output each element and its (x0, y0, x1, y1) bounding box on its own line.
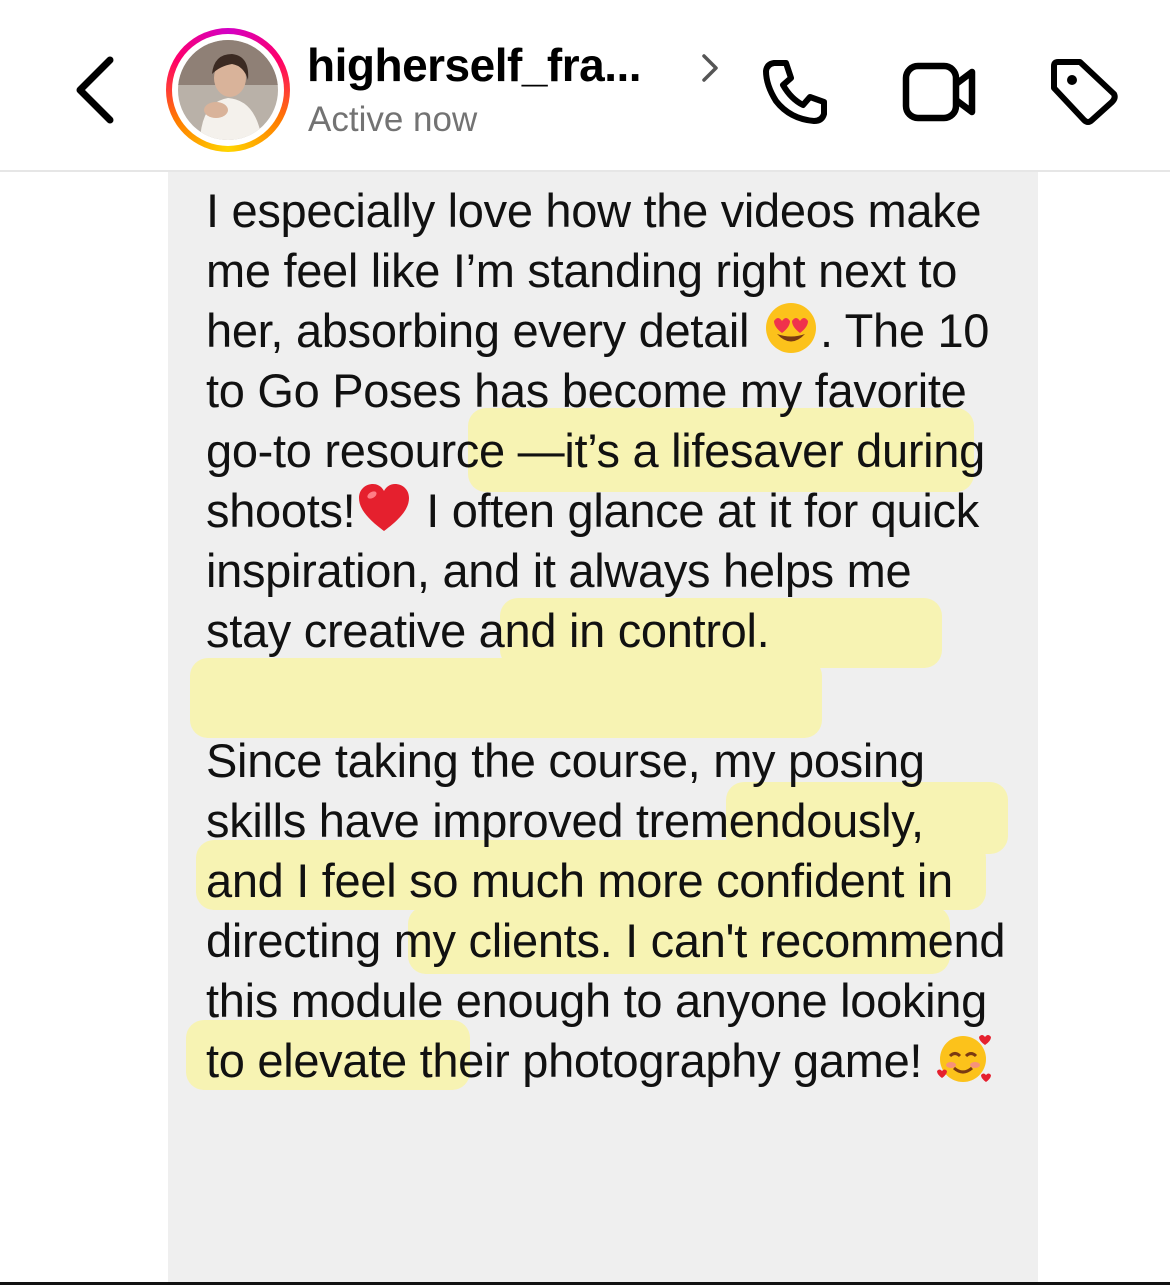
chevron-right-icon[interactable] (696, 50, 724, 86)
tag-icon[interactable] (1046, 54, 1120, 128)
highlighted-text: so much more confident (409, 854, 905, 907)
message-text-segment: Since taking the course, (206, 734, 714, 787)
message-text-segment: this module enough to anyone looking to … (206, 974, 987, 1087)
phone-icon[interactable] (760, 55, 832, 127)
username[interactable]: higherself_fra... (307, 38, 642, 92)
video-camera-icon[interactable] (900, 60, 980, 124)
message-text-segment: and I feel (206, 854, 410, 907)
heart-eyes-emoji-icon (765, 303, 816, 353)
active-status: Active now (308, 100, 478, 139)
message-text: I especially love how the videos make me… (206, 181, 1006, 1091)
message-paragraph: I especially love how the videos make me… (206, 181, 1006, 661)
back-chevron-icon[interactable] (66, 50, 126, 130)
message-paragraph: Since taking the course, my posing skill… (206, 731, 1006, 1091)
avatar-photo (178, 40, 278, 140)
red-heart-emoji-icon (359, 484, 410, 531)
chat-header: higherself_fra... Active now (0, 0, 1170, 172)
avatar[interactable] (166, 28, 290, 152)
smiling-face-with-hearts-emoji-icon (936, 1035, 991, 1082)
highlighted-text: recommend (759, 914, 1006, 967)
